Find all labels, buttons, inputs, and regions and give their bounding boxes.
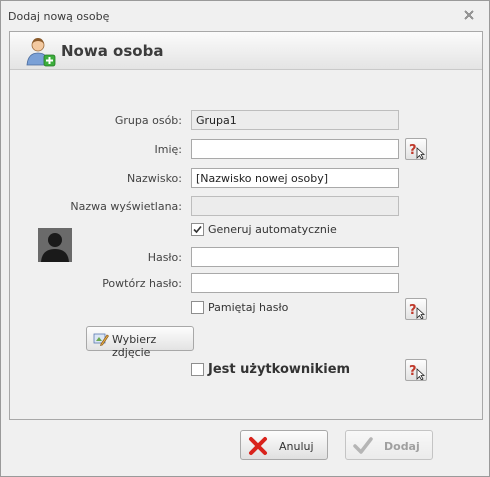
- remember-label: Pamiętaj hasło: [208, 301, 289, 314]
- panel-header: Nowa osoba: [10, 32, 482, 70]
- password-label: Hasło:: [147, 251, 182, 264]
- page-title: Nowa osoba: [61, 42, 164, 60]
- user-help-button[interactable]: ?: [405, 359, 427, 381]
- add-button[interactable]: Dodaj: [345, 430, 433, 460]
- help-cursor-icon: ?: [409, 364, 426, 380]
- display-name-field: [191, 196, 399, 216]
- remember-checkbox[interactable]: [191, 301, 204, 314]
- first-name-label: Imię:: [154, 143, 183, 156]
- password-repeat-label: Powtórz hasło:: [102, 277, 182, 290]
- svg-text:?: ?: [409, 143, 417, 158]
- group-label: Grupa osób:: [114, 114, 182, 127]
- dialog-window: Dodaj nową osobę Nowa osoba Grupa osób: …: [0, 0, 490, 477]
- form-panel: Nowa osoba Grupa osób: Grupa1 Imię: ? Na…: [9, 31, 483, 420]
- checkmark-icon: [193, 225, 202, 234]
- first-name-field[interactable]: [191, 139, 399, 159]
- cancel-x-icon: [249, 437, 267, 455]
- last-name-value: [Nazwisko nowej osoby]: [196, 172, 329, 185]
- display-name-label: Nazwa wyświetlana:: [70, 200, 182, 213]
- photo-edit-icon: [93, 333, 109, 346]
- password-field[interactable]: [191, 247, 399, 267]
- help-cursor-icon: ?: [409, 303, 426, 319]
- add-person-icon: [26, 38, 56, 67]
- first-name-help-button[interactable]: ?: [405, 138, 427, 160]
- is-user-checkbox[interactable]: [191, 363, 204, 376]
- last-name-field[interactable]: [Nazwisko nowej osoby]: [191, 168, 399, 188]
- svg-text:?: ?: [409, 303, 417, 318]
- group-value: Grupa1: [196, 114, 237, 127]
- close-icon[interactable]: [463, 9, 475, 21]
- add-label: Dodaj: [384, 440, 420, 453]
- group-field: Grupa1: [191, 110, 399, 130]
- choose-photo-button[interactable]: Wybierz zdjęcie: [86, 326, 194, 359]
- help-cursor-icon: ?: [409, 143, 426, 159]
- title-bar: Dodaj nową osobę: [1, 1, 489, 31]
- cancel-label: Anuluj: [279, 440, 314, 453]
- password-help-button[interactable]: ?: [405, 298, 427, 320]
- window-title: Dodaj nową osobę: [8, 10, 110, 23]
- checkmark-icon: [353, 437, 373, 454]
- password-repeat-field[interactable]: [191, 273, 399, 293]
- generate-checkbox[interactable]: [191, 223, 204, 236]
- svg-text:?: ?: [409, 364, 417, 379]
- last-name-label: Nazwisko:: [127, 172, 182, 185]
- generate-label: Generuj automatycznie: [208, 223, 337, 236]
- cancel-button[interactable]: Anuluj: [240, 430, 328, 460]
- choose-photo-label: Wybierz zdjęcie: [112, 333, 157, 359]
- is-user-label: Jest użytkownikiem: [208, 362, 351, 377]
